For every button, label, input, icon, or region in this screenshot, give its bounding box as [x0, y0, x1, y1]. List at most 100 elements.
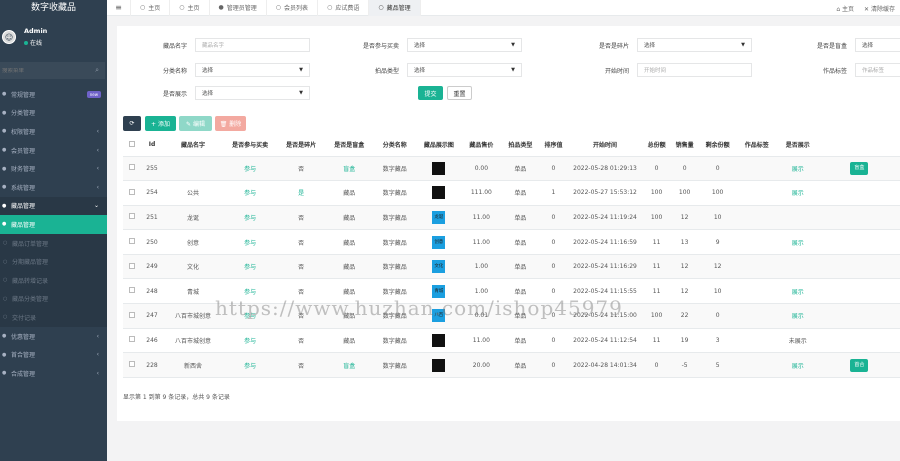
- user-name[interactable]: Admin: [24, 27, 47, 35]
- table-row[interactable]: 249 文化 参与否藏品 数字藏品 文化 1.00 单品 0 2022-05-24 11:16:…: [123, 254, 900, 280]
- table-row[interactable]: 251 龙诞 参与否藏品 数字藏品 龙诞 11.00 单品 0 2022-05-24 11:19…: [123, 205, 900, 231]
- top-tab[interactable]: ○ 主页: [131, 0, 171, 16]
- row-checkbox[interactable]: [129, 213, 135, 220]
- menu-toggle-icon[interactable]: ≡: [107, 0, 131, 16]
- cell-display[interactable]: [776, 254, 819, 280]
- select-all-checkbox[interactable]: [129, 140, 135, 147]
- cell-display[interactable]: 展示: [776, 278, 819, 305]
- auction-type-select[interactable]: 选择 ▼: [407, 63, 522, 77]
- column-header[interactable]: [123, 134, 142, 157]
- column-header[interactable]: 藏品售价: [461, 134, 502, 157]
- collectible-thumbnail[interactable]: [432, 358, 446, 372]
- sidebar-item[interactable]: ● 财务管理 ‹: [0, 159, 107, 178]
- column-header[interactable]: 是否参与买卖: [223, 134, 278, 157]
- cell-display[interactable]: [776, 205, 819, 231]
- column-header[interactable]: 销售量: [670, 134, 699, 157]
- row-checkbox[interactable]: [129, 336, 135, 343]
- edit-button[interactable]: ✎ 编辑: [179, 116, 212, 131]
- fragment-select[interactable]: 选择 ▼: [637, 38, 752, 52]
- sidebar-item[interactable]: ● 藏品管理 ⌄: [0, 196, 107, 216]
- column-header[interactable]: 是否展示: [776, 134, 819, 157]
- column-header[interactable]: [818, 134, 900, 157]
- cell-display[interactable]: 展示: [776, 303, 819, 329]
- cell-join[interactable]: 参与: [223, 352, 278, 378]
- row-checkbox[interactable]: [129, 188, 135, 195]
- cell-join[interactable]: 参与: [223, 229, 278, 255]
- collectible-thumbnail[interactable]: [432, 161, 446, 175]
- display-select[interactable]: 选择 ▼: [195, 86, 310, 100]
- table-row[interactable]: 250 创意 参与否藏品 数字藏品 创意 11.00 单品 0 2022-05-24 11:16…: [123, 229, 900, 255]
- collectible-thumbnail[interactable]: 龙诞: [432, 210, 446, 224]
- menu-search-input[interactable]: [2, 67, 72, 74]
- column-header[interactable]: 总份额: [642, 134, 671, 157]
- refresh-button[interactable]: ⟳: [123, 116, 141, 131]
- sidebar-item[interactable]: ● 权限管理 ‹: [0, 122, 107, 141]
- row-checkbox[interactable]: [129, 262, 135, 269]
- cell-join[interactable]: 参与: [223, 156, 278, 182]
- row-action-button[interactable]: 首合: [850, 358, 869, 372]
- home-link[interactable]: ⌂ 主页: [831, 4, 859, 13]
- table-row[interactable]: 254 公共 参与是藏品 数字藏品 111.00 单品 1 2022-05-27 15:53:…: [123, 180, 900, 206]
- submit-button[interactable]: 提交: [418, 86, 443, 100]
- column-header[interactable]: Id: [141, 134, 164, 157]
- table-row[interactable]: 255 参与否盲盒 数字藏品 0.00 单品 0 2022-05-28 01:29:13 0 0…: [123, 156, 900, 182]
- name-input[interactable]: 藏品名字: [195, 38, 310, 52]
- sidebar-item[interactable]: ● 藏品管理: [0, 215, 107, 234]
- category-select[interactable]: 选择 ▼: [195, 63, 310, 77]
- collectible-thumbnail[interactable]: [432, 186, 446, 200]
- cell-join[interactable]: 参与: [223, 254, 278, 280]
- sidebar-item[interactable]: ● 合成管理 ‹: [0, 364, 107, 383]
- cell-join[interactable]: 参与: [223, 180, 278, 206]
- collectible-thumbnail[interactable]: 文化: [432, 260, 446, 274]
- table-row[interactable]: 246 八百市城创意 参与否藏品 数字藏品 11.00 单品 0 2022-05-24 11:…: [123, 328, 900, 354]
- sidebar-item[interactable]: ○ 交付记录: [0, 308, 107, 327]
- row-checkbox[interactable]: [129, 361, 135, 368]
- column-header[interactable]: 剩余份额: [698, 134, 737, 157]
- row-checkbox[interactable]: [129, 287, 135, 294]
- sidebar-item[interactable]: ● 首合管理 ‹: [0, 345, 107, 364]
- blindbox-select[interactable]: 选择: [855, 38, 900, 52]
- collectible-thumbnail[interactable]: 创意: [432, 235, 446, 249]
- top-tab[interactable]: ○ 藏品管理: [369, 0, 421, 16]
- top-tab[interactable]: ● 管理员管理: [210, 0, 267, 16]
- cell-display[interactable]: 未展示: [776, 328, 819, 354]
- column-header[interactable]: 开始时间: [567, 134, 643, 157]
- cell-display[interactable]: 展示: [776, 229, 819, 255]
- cell-join[interactable]: 参与: [223, 205, 278, 231]
- search-icon[interactable]: ⌕: [95, 66, 99, 75]
- sidebar-item[interactable]: ○ 藏品转增记录: [0, 270, 107, 290]
- row-checkbox[interactable]: [129, 238, 135, 245]
- top-tab[interactable]: ○ 会员列表: [267, 0, 319, 16]
- sidebar-item[interactable]: ○ 藏品订单管理: [0, 233, 107, 253]
- column-header[interactable]: 分类名称: [373, 134, 417, 157]
- sidebar-item[interactable]: ● 系统管理 ‹: [0, 178, 107, 197]
- collectible-thumbnail[interactable]: [432, 333, 446, 347]
- cell-display[interactable]: 展示: [776, 352, 819, 378]
- avatar[interactable]: ☺: [2, 30, 16, 44]
- column-header[interactable]: 作品标签: [736, 134, 777, 157]
- reset-button[interactable]: 重置: [447, 86, 472, 100]
- delete-button[interactable]: 🗑 删除: [215, 116, 246, 131]
- cell-display[interactable]: 展示: [776, 156, 819, 182]
- table-row[interactable]: 228 新西舍 参与否盲盒 数字藏品 20.00 单品 0 2022-04-28 14:01:…: [123, 352, 900, 378]
- sidebar-item[interactable]: ○ 分期藏品管理: [0, 252, 107, 271]
- row-action-button[interactable]: 盲盒: [850, 161, 869, 175]
- column-header[interactable]: 是否是盲盒: [325, 134, 374, 157]
- sidebar-item[interactable]: ● 分类管理: [0, 104, 107, 123]
- clear-cache-link[interactable]: ✕ 清除缓存: [859, 4, 900, 13]
- row-checkbox[interactable]: [129, 164, 135, 171]
- start-time-input[interactable]: 开始时间: [637, 63, 752, 77]
- cell-join[interactable]: 参与: [223, 328, 278, 354]
- join-select[interactable]: 选择 ▼: [407, 38, 522, 52]
- column-header[interactable]: 藏品展示图: [416, 134, 462, 157]
- column-header[interactable]: 藏品名字: [163, 134, 224, 157]
- column-header[interactable]: 拍品类型: [501, 134, 540, 157]
- top-tab[interactable]: ○ 应试费语: [318, 0, 370, 16]
- top-tab[interactable]: ○ 主页: [170, 0, 210, 16]
- sidebar-item[interactable]: ○ 藏品分类管理: [0, 289, 107, 309]
- add-button[interactable]: + 添加: [145, 116, 176, 131]
- sidebar-item[interactable]: ● 会员管理 ‹: [0, 141, 107, 160]
- sidebar-item[interactable]: ● 常规管理 new: [0, 85, 107, 104]
- tag-input[interactable]: 作品标签: [855, 63, 900, 77]
- column-header[interactable]: 是否是碎片: [277, 134, 326, 157]
